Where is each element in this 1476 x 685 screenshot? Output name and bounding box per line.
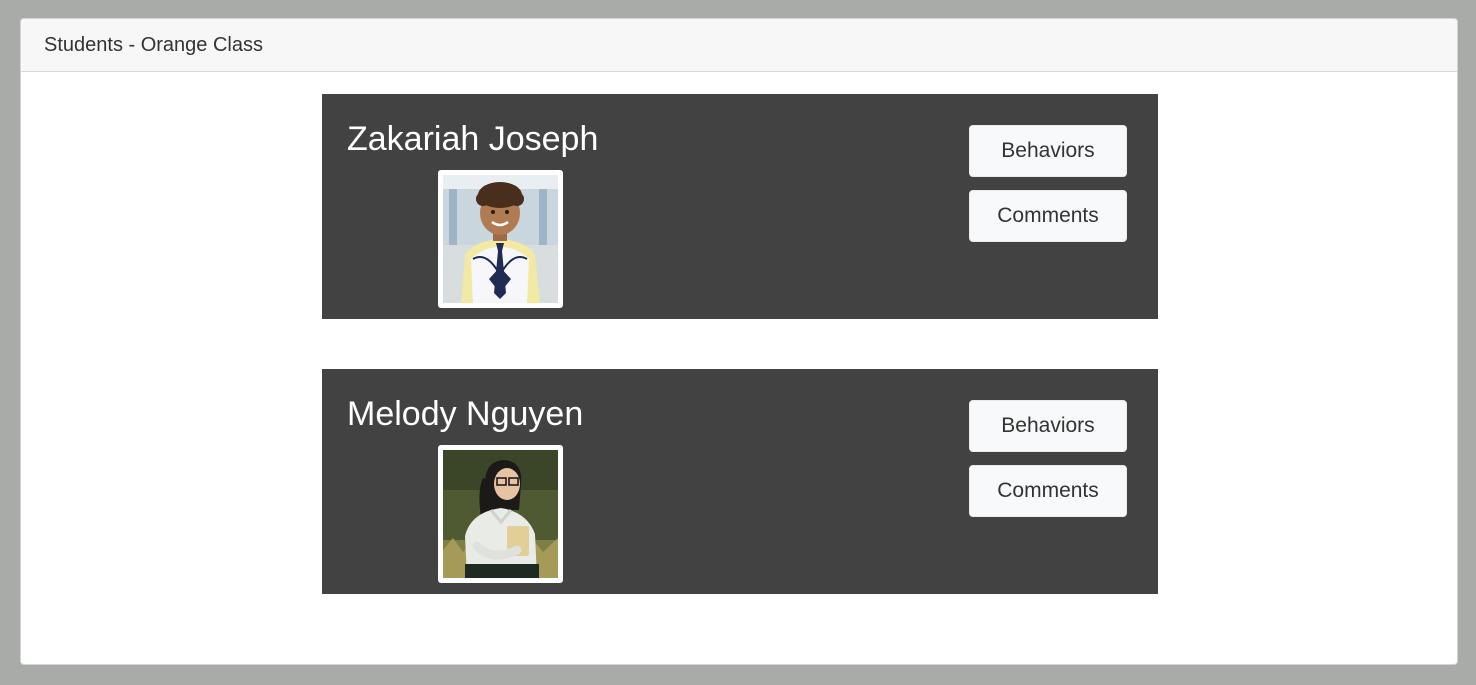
student-photo [438,445,563,583]
panel-header: Students - Orange Class [21,19,1457,72]
students-panel: Students - Orange Class Zakariah Joseph [20,18,1458,665]
behaviors-button[interactable]: Behaviors [969,125,1127,177]
student-photo-image [443,175,558,303]
comments-button[interactable]: Comments [969,465,1127,517]
student-card: Melody Nguyen Behaviors Comments [322,369,1158,594]
student-card: Zakariah Joseph Behaviors Comments [322,94,1158,319]
student-name: Zakariah Joseph [347,120,599,158]
student-list: Zakariah Joseph Behaviors Comments Melod… [322,94,1158,644]
student-photo [438,170,563,308]
behaviors-button[interactable]: Behaviors [969,400,1127,452]
comments-button[interactable]: Comments [969,190,1127,242]
student-name: Melody Nguyen [347,395,584,433]
student-photo-image [443,450,558,578]
panel-title: Students - Orange Class [44,33,263,56]
